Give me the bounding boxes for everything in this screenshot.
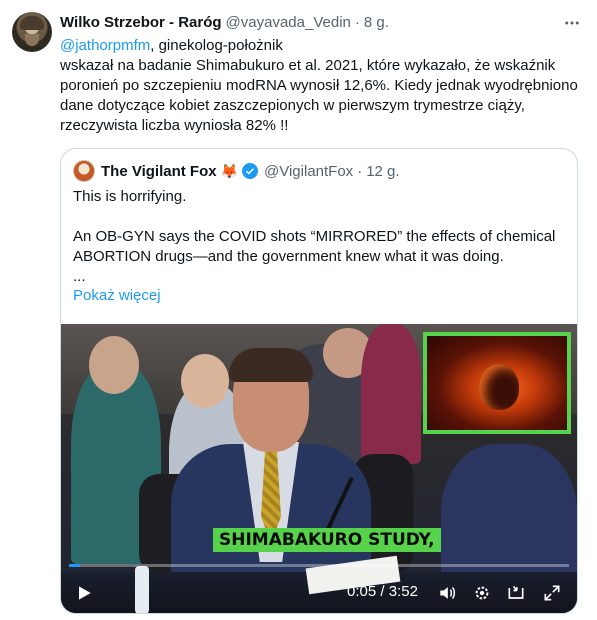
quoted-header: The Vigilant Fox 🦊 @VigilantFox · 12 g. (73, 160, 400, 182)
quoted-text: This is horrifying. An OB-GYN says the C… (73, 187, 567, 287)
video-progress-bar[interactable] (69, 564, 569, 567)
video-time-readout: 0:05 / 3:52 (347, 583, 418, 600)
quoted-separator: · (357, 162, 363, 180)
quoted-line-2: An OB-GYN says the COVID shots “MIRRORED… (73, 228, 556, 265)
show-more-link[interactable]: Pokaż więcej (73, 287, 161, 304)
quoted-line-1: This is horrifying. (73, 188, 187, 205)
tweet[interactable]: Wilko Strzebor - Raróg @vayavada_Vedin ·… (0, 0, 597, 620)
more-horizontal-icon[interactable] (561, 12, 583, 34)
water-bottle (135, 566, 149, 613)
speaker-hair (229, 348, 313, 382)
tweet-time[interactable]: 8 g. (364, 14, 389, 31)
tweet-header: Wilko Strzebor - Raróg @vayavada_Vedin ·… (60, 12, 389, 32)
video-time-separator: / (376, 583, 389, 600)
tweet-body-text: wskazał na badanie Shimabukuro et al. 20… (60, 57, 578, 134)
video-duration: 3:52 (388, 583, 418, 600)
author-name[interactable]: Wilko Strzebor - Raróg (60, 14, 222, 31)
fullscreen-icon[interactable] (541, 582, 563, 604)
video-player[interactable]: SHIMABAKURO STUDY, 0:05 / 3:52 (61, 324, 577, 613)
quoted-tweet[interactable]: The Vigilant Fox 🦊 @VigilantFox · 12 g. … (60, 148, 578, 614)
verified-badge-icon (242, 163, 259, 179)
background-person (361, 324, 421, 464)
quoted-ellipsis: ... (73, 268, 86, 285)
volume-icon[interactable] (436, 582, 458, 604)
tweet-text: @jathorpmfm, ginekolog-położnik wskazał … (60, 36, 580, 136)
video-current-time: 0:05 (347, 583, 377, 600)
ultrasound-inset (423, 332, 571, 434)
quoted-author-handle[interactable]: @VigilantFox (264, 163, 353, 180)
avatar-hair (20, 16, 44, 30)
fox-emoji-icon: 🦊 (220, 162, 239, 179)
background-person-head (89, 336, 139, 394)
quoted-author-name[interactable]: The Vigilant Fox (101, 163, 217, 180)
quoted-avatar[interactable] (73, 160, 95, 182)
mention-link[interactable]: @jathorpmfm (60, 37, 150, 54)
mention-suffix: , ginekolog-położnik (150, 37, 283, 54)
avatar-beard (25, 34, 39, 46)
gear-icon[interactable] (471, 582, 493, 604)
play-icon[interactable] (73, 582, 95, 604)
picture-in-picture-icon[interactable] (505, 582, 527, 604)
background-person-head (181, 354, 229, 408)
author-avatar[interactable] (12, 12, 52, 52)
author-handle[interactable]: @vayavada_Vedin (226, 14, 351, 31)
video-progress-fill (69, 564, 80, 567)
header-separator: · (354, 13, 360, 31)
video-caption: SHIMABAKURO STUDY, (213, 528, 441, 552)
quoted-time[interactable]: 12 g. (366, 163, 399, 180)
fetus-image (479, 364, 519, 410)
